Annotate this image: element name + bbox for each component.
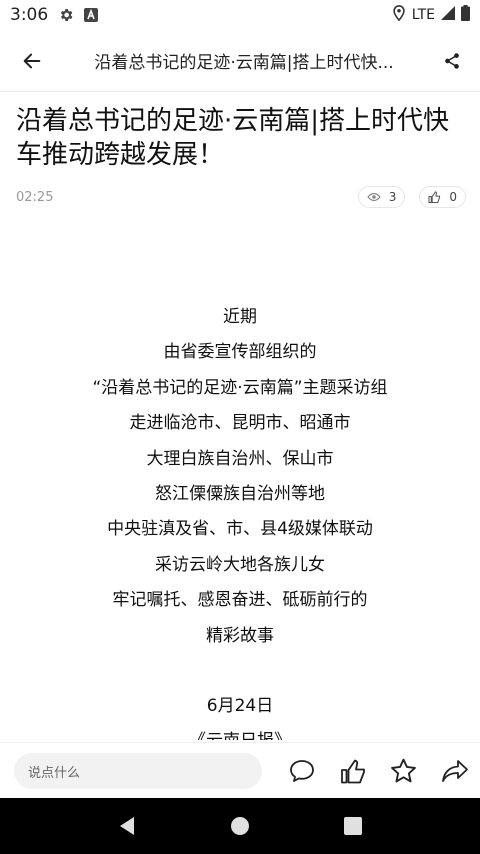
network-type: LTE xyxy=(411,7,435,23)
body-line: 6月24日 xyxy=(206,696,274,717)
body-line: 近期 xyxy=(223,307,257,327)
action-group xyxy=(276,751,480,791)
status-bar: 3:06 LTE xyxy=(0,0,480,30)
article-title: 沿着总书记的足迹·云南篇|搭上时代快车推动跨越发展！ xyxy=(16,106,450,170)
system-nav-bar xyxy=(0,798,480,854)
article-body: 近期 由省委宣传部组织的 “沿着总书记的足迹·云南篇”主题采访组 走进临沧市、昆… xyxy=(0,300,480,740)
comment-button[interactable] xyxy=(276,751,327,791)
publish-time: 02:25 xyxy=(16,189,54,205)
body-line: 中央驻滇及省、市、县4级媒体联动 xyxy=(107,519,373,540)
body-line: 《云南日报》 xyxy=(0,724,480,740)
favorite-button[interactable] xyxy=(378,751,429,791)
header-title: 沿着总书记的足迹·云南篇|搭上时代快... xyxy=(94,53,394,73)
back-button[interactable] xyxy=(0,30,64,92)
like-count: 0 xyxy=(449,190,457,204)
body-line: 精彩故事 xyxy=(206,625,274,646)
star-icon xyxy=(391,758,416,783)
share-button[interactable] xyxy=(424,30,480,92)
status-right-group: LTE xyxy=(392,5,470,25)
like-button[interactable] xyxy=(327,751,378,791)
body-line: 怒江傈僳族自治州等地 xyxy=(155,484,325,505)
forward-arrow-icon xyxy=(441,760,468,782)
thumbs-up-icon xyxy=(340,759,365,783)
forward-button[interactable] xyxy=(429,751,480,791)
comment-bar: 说点什么 xyxy=(0,743,480,799)
settings-gear-icon xyxy=(58,7,74,23)
article-meta: 02:25 3 0 xyxy=(16,185,466,209)
like-count-badge[interactable]: 0 xyxy=(419,186,466,208)
status-time: 3:06 xyxy=(10,5,49,25)
back-arrow-icon xyxy=(23,53,41,68)
body-line: “沿着总书记的足迹·云南篇”主题采访组 xyxy=(92,377,388,398)
share-icon xyxy=(445,52,459,69)
body-line: 走进临沧市、昆明市、昭通市 xyxy=(129,413,351,434)
nav-back-triangle-icon xyxy=(119,817,134,835)
body-line: 采访云岭大地各族儿女 xyxy=(155,554,325,575)
app-bar: 沿着总书记的足迹·云南篇|搭上时代快... xyxy=(0,30,480,92)
body-line: 牢记嘱托、感恩奋进、砥砺前行的 xyxy=(112,590,368,611)
comment-bubble-icon xyxy=(289,760,314,782)
view-count: 3 xyxy=(388,190,397,204)
nav-home-button[interactable] xyxy=(220,806,260,846)
body-line: 大理白族自治州、保山市 xyxy=(146,448,334,469)
eye-icon xyxy=(366,192,381,202)
nav-home-circle-icon xyxy=(230,817,249,835)
app-notification-icon xyxy=(84,8,99,22)
view-count-badge: 3 xyxy=(357,186,406,208)
nav-back-button[interactable] xyxy=(107,806,147,846)
nav-recents-square-icon xyxy=(344,817,363,835)
thumbs-up-small-icon xyxy=(428,191,441,203)
location-icon xyxy=(392,5,406,25)
signal-icon xyxy=(441,6,455,24)
comment-input[interactable]: 说点什么 xyxy=(14,753,262,789)
battery-icon xyxy=(461,5,470,25)
body-line: 由省委宣传部组织的 xyxy=(163,342,317,363)
nav-recents-button[interactable] xyxy=(333,806,373,846)
